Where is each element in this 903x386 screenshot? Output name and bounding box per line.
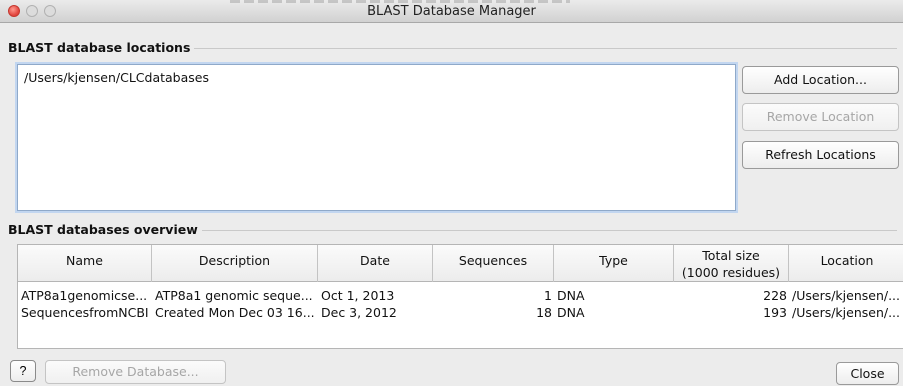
column-header-type[interactable]: Type <box>554 245 674 282</box>
column-header-sequences[interactable]: Sequences <box>433 245 554 282</box>
overview-group-label: BLAST databases overview <box>8 222 202 237</box>
cell-type: DNA <box>557 305 585 320</box>
title-bar: BLAST Database Manager <box>0 0 903 23</box>
locations-list[interactable]: /Users/kjensen/CLCdatabases <box>17 64 736 211</box>
cell-sequences: 18 <box>536 305 552 320</box>
cell-description: ATP8a1 genomic seque... <box>155 288 313 303</box>
cell-location: /Users/kjensen/... <box>792 305 901 320</box>
column-header-description[interactable]: Description <box>152 245 318 282</box>
column-header-location[interactable]: Location <box>789 245 903 282</box>
locations-group-label: BLAST database locations <box>8 40 195 55</box>
blast-database-manager-window: BLAST Database Manager BLAST database lo… <box>0 0 903 386</box>
background-window-strip <box>230 0 570 3</box>
table-row[interactable]: SequencesfromNCBI Created Mon Dec 03 16.… <box>18 305 903 321</box>
cell-name: SequencesfromNCBI <box>21 305 149 320</box>
cell-name: ATP8a1genomicse... <box>21 288 148 303</box>
column-header-name[interactable]: Name <box>18 245 152 282</box>
cell-sequences: 1 <box>544 288 552 303</box>
cell-total-size: 228 <box>763 288 787 303</box>
remove-database-button[interactable]: Remove Database... <box>45 360 226 384</box>
close-button[interactable]: Close <box>836 362 899 385</box>
cell-location: /Users/kjensen/... <box>792 288 901 303</box>
help-button[interactable]: ? <box>10 360 36 382</box>
column-header-date[interactable]: Date <box>318 245 433 282</box>
total-size-label: Total size <box>702 248 760 263</box>
remove-location-button[interactable]: Remove Location <box>742 103 899 131</box>
cell-type: DNA <box>557 288 585 303</box>
databases-table[interactable]: Name Description Date Sequences Type Tot… <box>17 244 903 349</box>
table-header: Name Description Date Sequences Type Tot… <box>18 245 903 282</box>
table-row[interactable]: ATP8a1genomicse... ATP8a1 genomic seque.… <box>18 288 903 304</box>
add-location-button[interactable]: Add Location... <box>742 66 899 94</box>
total-size-unit-label: (1000 residues) <box>681 265 781 280</box>
refresh-locations-button[interactable]: Refresh Locations <box>742 141 899 169</box>
cell-description: Created Mon Dec 03 16... <box>155 305 315 320</box>
location-item[interactable]: /Users/kjensen/CLCdatabases <box>24 70 209 85</box>
cell-date: Oct 1, 2013 <box>321 288 395 303</box>
cell-date: Dec 3, 2012 <box>321 305 397 320</box>
window-title: BLAST Database Manager <box>367 4 536 19</box>
column-header-total-size[interactable]: Total size (1000 residues) <box>674 245 789 282</box>
cell-total-size: 193 <box>763 305 787 320</box>
